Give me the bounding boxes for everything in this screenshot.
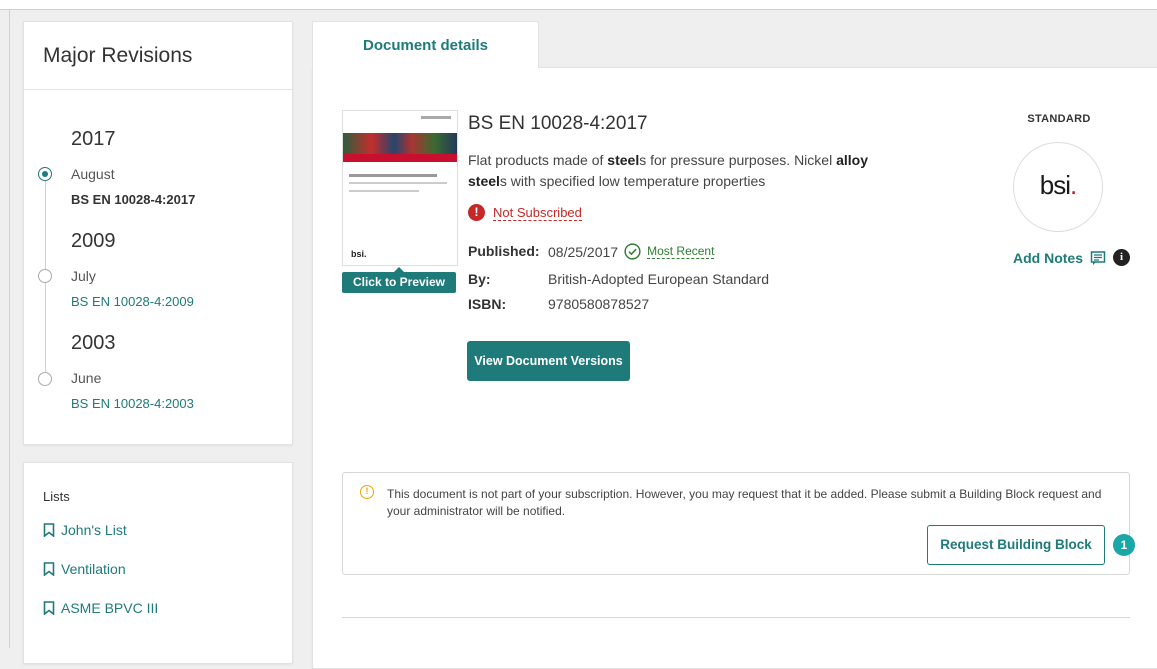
document-description: Flat products made of steels for pressur… xyxy=(468,152,868,189)
document-title: BS EN 10028-4:2017 xyxy=(468,113,648,134)
bookmark-icon xyxy=(43,523,55,537)
major-revisions-panel: Major Revisions 2017 August BS EN 10028-… xyxy=(23,21,293,445)
document-cover-thumbnail[interactable]: bsi. xyxy=(342,110,458,266)
list-item-label: Ventilation xyxy=(61,561,126,577)
publisher-logo: bsi. xyxy=(1013,142,1103,232)
cover-header-line xyxy=(421,116,451,119)
list-item-johns-list[interactable]: John's List xyxy=(43,522,127,538)
major-revisions-title: Major Revisions xyxy=(43,44,193,67)
step-badge: 1 xyxy=(1113,534,1135,556)
check-circle-icon xyxy=(624,243,641,260)
revision-month: August xyxy=(71,166,115,182)
lists-title: Lists xyxy=(43,489,70,504)
bsi-logo-text: bsi. xyxy=(1039,170,1078,200)
list-item-label: John's List xyxy=(61,522,127,538)
revision-year: 2009 xyxy=(71,230,116,252)
bookmark-icon xyxy=(43,601,55,615)
by-label: By: xyxy=(468,271,491,287)
bookmark-icon xyxy=(43,562,55,576)
revision-code-current: BS EN 10028-4:2017 xyxy=(71,192,196,207)
not-subscribed-label[interactable]: Not Subscribed xyxy=(493,205,582,221)
window-left-border xyxy=(9,9,10,648)
cover-text-line xyxy=(349,174,437,177)
cover-text-line xyxy=(349,182,447,184)
by-value: British-Adopted European Standard xyxy=(548,271,770,287)
revision-year: 2017 xyxy=(71,128,116,150)
revision-month: July xyxy=(71,268,96,284)
list-item-label: ASME BPVC III xyxy=(61,600,159,616)
isbn-value: 9780580878527 xyxy=(548,296,650,312)
revision-radio-2017[interactable] xyxy=(38,167,52,181)
cover-red-bar xyxy=(343,154,457,162)
notes-icon xyxy=(1090,250,1106,265)
list-item-ventilation[interactable]: Ventilation xyxy=(43,561,126,577)
tab-document-details[interactable]: Document details xyxy=(312,21,539,68)
window-top-border xyxy=(0,0,1157,10)
error-icon: ! xyxy=(468,204,485,221)
notice-text: This document is not part of your subscr… xyxy=(387,487,1102,518)
published-row: 08/25/2017 Most Recent xyxy=(548,243,715,260)
add-notes-control[interactable]: Add Notes i xyxy=(1013,249,1130,266)
revision-month: June xyxy=(71,370,102,386)
request-building-block-button[interactable]: Request Building Block xyxy=(927,525,1105,565)
subscription-status: ! Not Subscribed xyxy=(468,204,582,221)
add-notes-label: Add Notes xyxy=(1013,249,1083,266)
published-date: 08/25/2017 xyxy=(548,243,619,260)
revision-link-2003[interactable]: BS EN 10028-4:2003 xyxy=(71,396,194,411)
document-type-label: STANDARD xyxy=(1027,113,1091,125)
list-item-asme-bpvc[interactable]: ASME BPVC III xyxy=(43,600,158,616)
cover-text-line xyxy=(349,190,419,192)
most-recent-label[interactable]: Most Recent xyxy=(647,244,715,259)
revision-radio-2009[interactable] xyxy=(38,269,52,283)
document-details-panel: bsi. Click to Preview BS EN 10028-4:2017… xyxy=(312,67,1157,669)
isbn-label: ISBN: xyxy=(468,296,507,312)
subscription-notice: ! This document is not part of your subs… xyxy=(342,472,1130,575)
divider xyxy=(24,89,292,90)
click-to-preview-button[interactable]: Click to Preview xyxy=(342,267,456,293)
published-label: Published: xyxy=(468,243,540,259)
revision-link-2009[interactable]: BS EN 10028-4:2009 xyxy=(71,294,194,309)
lists-panel: Lists John's List Ventilation ASME BPVC … xyxy=(23,462,293,664)
revision-year: 2003 xyxy=(71,332,116,354)
info-icon[interactable]: i xyxy=(1113,249,1130,266)
tab-label: Document details xyxy=(362,37,489,54)
warning-icon: ! xyxy=(360,485,374,499)
cover-bsi-logo: bsi. xyxy=(351,249,367,259)
view-document-versions-button[interactable]: View Document Versions xyxy=(467,341,630,381)
revision-radio-2003[interactable] xyxy=(38,372,52,386)
divider xyxy=(342,617,1130,618)
